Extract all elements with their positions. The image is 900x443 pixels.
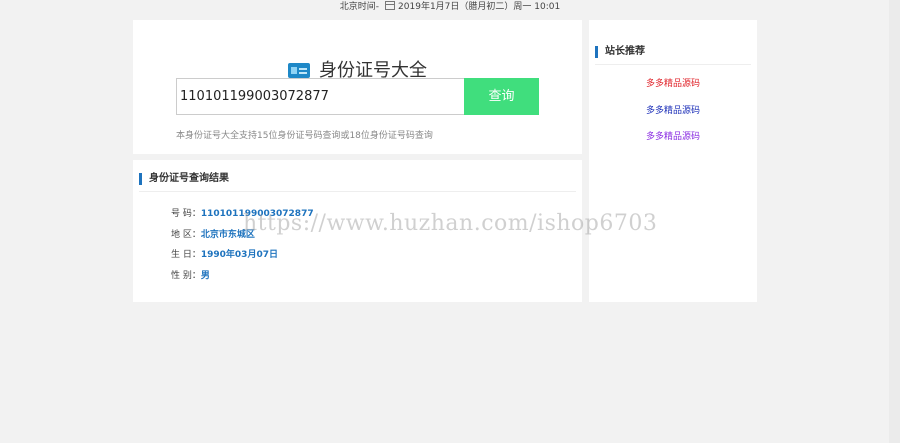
- result-label: 生 日：: [171, 250, 201, 260]
- result-label: 号 码：: [171, 209, 201, 219]
- result-label: 地 区：: [171, 230, 201, 240]
- scrollbar[interactable]: [889, 0, 900, 443]
- id-number-input[interactable]: [176, 78, 464, 115]
- result-value: 1990年03月07日: [200, 250, 278, 260]
- result-row-birthday: 生 日：1990年03月07日: [171, 249, 278, 261]
- recommend-link-1[interactable]: 多多精品源码: [589, 78, 757, 90]
- search-note: 本身份证号大全支持15位身份证号码查询或18位身份证号码查询: [176, 131, 433, 141]
- result-section-title: 身份证号查询结果: [139, 173, 229, 185]
- top-time-bar: 北京时间- 2019年1月7日（腊月初二）周一 10:01: [0, 0, 900, 14]
- watermark: https://www.huzhan.com/ishop6703: [243, 211, 658, 236]
- result-value: 男: [200, 271, 210, 281]
- recommend-card: 站长推荐 多多精品源码 多多精品源码 多多精品源码: [589, 20, 757, 302]
- time-label: 北京时间-: [339, 2, 380, 12]
- recommend-link-3[interactable]: 多多精品源码: [589, 131, 757, 143]
- page: 北京时间- 2019年1月7日（腊月初二）周一 10:01 身份证号大全 查询 本…: [0, 0, 900, 443]
- calendar-icon: [385, 1, 396, 10]
- result-label: 性 别：: [171, 271, 201, 281]
- search-card: 身份证号大全 查询 本身份证号大全支持15位身份证号码查询或18位身份证号码查询: [133, 20, 582, 154]
- date-text: 2019年1月7日（腊月初二）周一 10:01: [398, 2, 561, 12]
- recommend-title: 站长推荐: [595, 46, 645, 58]
- query-button[interactable]: 查询: [464, 78, 539, 115]
- id-card-icon: [288, 63, 310, 78]
- divider: [595, 64, 751, 65]
- result-row-gender: 性 别：男: [171, 270, 210, 282]
- recommend-link-2[interactable]: 多多精品源码: [589, 105, 757, 117]
- divider: [139, 191, 576, 192]
